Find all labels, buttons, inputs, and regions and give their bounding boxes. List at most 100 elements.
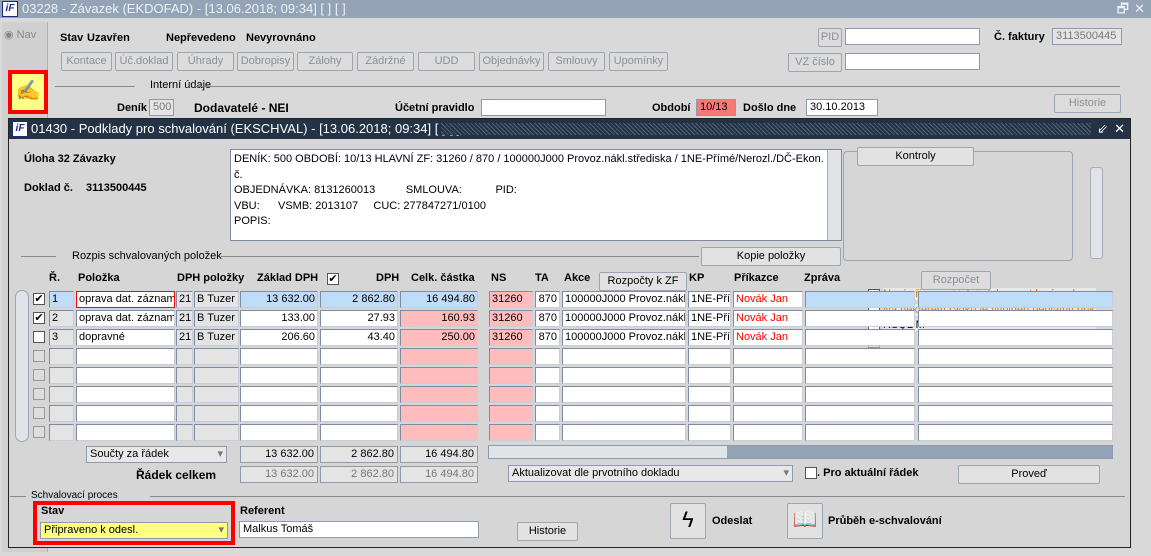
cell-dphv[interactable]: 43.40	[320, 329, 398, 346]
cell-zprava[interactable]	[805, 329, 915, 346]
grid-vertical-scrollbar[interactable]	[15, 290, 29, 442]
vz-cislo-input[interactable]	[845, 53, 980, 70]
pid-button[interactable]: PID	[818, 28, 842, 47]
cell-kp[interactable]	[688, 367, 731, 384]
cell-zprava[interactable]	[805, 348, 915, 365]
prubeh-button[interactable]: 📖	[787, 503, 823, 539]
cell-kp[interactable]	[688, 424, 731, 441]
cell-zprava[interactable]	[805, 405, 915, 422]
cell-dph[interactable]	[176, 424, 193, 441]
cell-r[interactable]	[49, 386, 74, 403]
kontroly-button[interactable]: Kontroly	[857, 147, 974, 166]
cell-ta[interactable]	[535, 386, 560, 403]
row-checkbox[interactable]: ✔	[33, 312, 45, 324]
cell-akce[interactable]	[562, 405, 686, 422]
cell-ns[interactable]: 31260	[489, 310, 533, 327]
cell-r[interactable]: 1	[49, 291, 74, 308]
nav-button-9[interactable]: Upomínky	[609, 52, 668, 71]
row-checkbox[interactable]: ✔	[33, 293, 45, 305]
cell-zprava[interactable]	[805, 310, 915, 327]
vz-cislo-button[interactable]: VZ číslo	[788, 53, 842, 72]
cell-kp[interactable]: 1NE-Přín	[688, 329, 731, 346]
kontroly-scrollbar[interactable]	[1090, 167, 1103, 259]
cell-dph-pol[interactable]	[194, 386, 239, 403]
cell-polozka[interactable]: oprava dat. záznam	[76, 310, 175, 327]
soucty-select[interactable]: Součty za řádek ▾	[86, 446, 227, 463]
outer-historie-button[interactable]: Historie	[1054, 94, 1121, 113]
row-checkbox[interactable]	[33, 350, 45, 362]
cell-ta[interactable]: 870	[535, 310, 560, 327]
nav-button-7[interactable]: Objednávky	[479, 52, 544, 71]
cell-extra[interactable]	[918, 348, 1113, 365]
cell-ta[interactable]	[535, 348, 560, 365]
cell-dphv[interactable]: 2 862.80	[320, 291, 398, 308]
obdobi-value[interactable]: 10/13	[696, 99, 736, 116]
cell-dphv[interactable]	[320, 405, 398, 422]
cell-r[interactable]	[49, 348, 74, 365]
cell-polozka[interactable]	[76, 424, 175, 441]
pravidlo-input[interactable]	[481, 99, 606, 116]
cell-extra[interactable]	[918, 329, 1113, 346]
cell-zaklad[interactable]	[240, 348, 318, 365]
pro-radek-checkbox[interactable]	[805, 467, 817, 479]
cell-ta[interactable]	[535, 367, 560, 384]
nav-button-4[interactable]: Zálohy	[297, 52, 353, 71]
cell-akce[interactable]: 100000J000 Provoz.nákl.	[562, 310, 686, 327]
odeslat-button[interactable]: ϟ	[670, 503, 706, 539]
cell-r[interactable]: 3	[49, 329, 74, 346]
cell-zprava[interactable]	[805, 367, 915, 384]
cell-dph-pol[interactable]	[194, 367, 239, 384]
cell-prikazce[interactable]	[733, 348, 803, 365]
cell-prikazce[interactable]: Novák Jan	[733, 329, 803, 346]
scroll-thumb[interactable]	[489, 446, 727, 458]
cell-dph[interactable]	[176, 367, 193, 384]
cell-dphv[interactable]	[320, 424, 398, 441]
row-checkbox[interactable]	[33, 407, 45, 419]
cell-ta[interactable]	[535, 405, 560, 422]
nav-button-0[interactable]: Kontace	[61, 52, 112, 71]
cell-zprava[interactable]	[805, 424, 915, 441]
nav-button-6[interactable]: UDD	[418, 52, 475, 71]
nav-button-3[interactable]: Dobropisy	[237, 52, 294, 71]
cell-prikazce[interactable]: Novák Jan	[733, 310, 803, 327]
doslo-input[interactable]: 30.10.2013	[806, 99, 878, 116]
cell-dph-pol[interactable]	[194, 348, 239, 365]
cell-zaklad[interactable]: 13 632.00	[240, 291, 318, 308]
cell-akce[interactable]	[562, 367, 686, 384]
cell-celk[interactable]: 250.00	[400, 329, 478, 346]
info-scrollbar[interactable]	[827, 150, 841, 240]
cell-dph[interactable]	[176, 405, 193, 422]
row-checkbox[interactable]	[33, 426, 45, 438]
cell-extra[interactable]	[918, 405, 1113, 422]
pid-input[interactable]	[845, 28, 980, 45]
close-icon[interactable]: ✕	[1134, 0, 1145, 18]
select-all-checkbox[interactable]: ✔	[327, 273, 339, 285]
nav-radio[interactable]: ◉ Nav	[4, 28, 36, 41]
nav-button-5[interactable]: Zádržné	[357, 52, 414, 71]
cell-ns[interactable]	[489, 348, 533, 365]
cell-akce[interactable]	[562, 348, 686, 365]
cell-prikazce[interactable]: Novák Jan	[733, 291, 803, 308]
rozpocet-button[interactable]: Rozpočet	[921, 271, 991, 290]
cell-ns[interactable]: 31260	[489, 329, 533, 346]
aktualizovat-select[interactable]: Aktualizovat dle prvotního dokladu ▾	[508, 465, 793, 482]
proved-button[interactable]: Proveď	[958, 465, 1100, 484]
cell-polozka[interactable]	[76, 348, 175, 365]
cell-polozka[interactable]: oprava dat. záznam	[76, 291, 175, 308]
nav-button-1[interactable]: Úč.doklad	[115, 52, 173, 71]
cell-dph-pol[interactable]	[194, 405, 239, 422]
cell-kp[interactable]	[688, 348, 731, 365]
cell-kp[interactable]: 1NE-Přín	[688, 291, 731, 308]
row-checkbox[interactable]	[33, 331, 45, 343]
cell-celk[interactable]	[400, 367, 478, 384]
cell-r[interactable]	[49, 424, 74, 441]
cell-celk[interactable]	[400, 424, 478, 441]
cell-ta[interactable]: 870	[535, 291, 560, 308]
cell-kp[interactable]	[688, 386, 731, 403]
cell-dphv[interactable]	[320, 367, 398, 384]
kopie-polozky-button[interactable]: Kopie položky	[701, 247, 841, 266]
cell-zaklad[interactable]	[240, 424, 318, 441]
cell-r[interactable]	[49, 405, 74, 422]
cell-prikazce[interactable]	[733, 424, 803, 441]
cell-polozka[interactable]: dopravné	[76, 329, 175, 346]
